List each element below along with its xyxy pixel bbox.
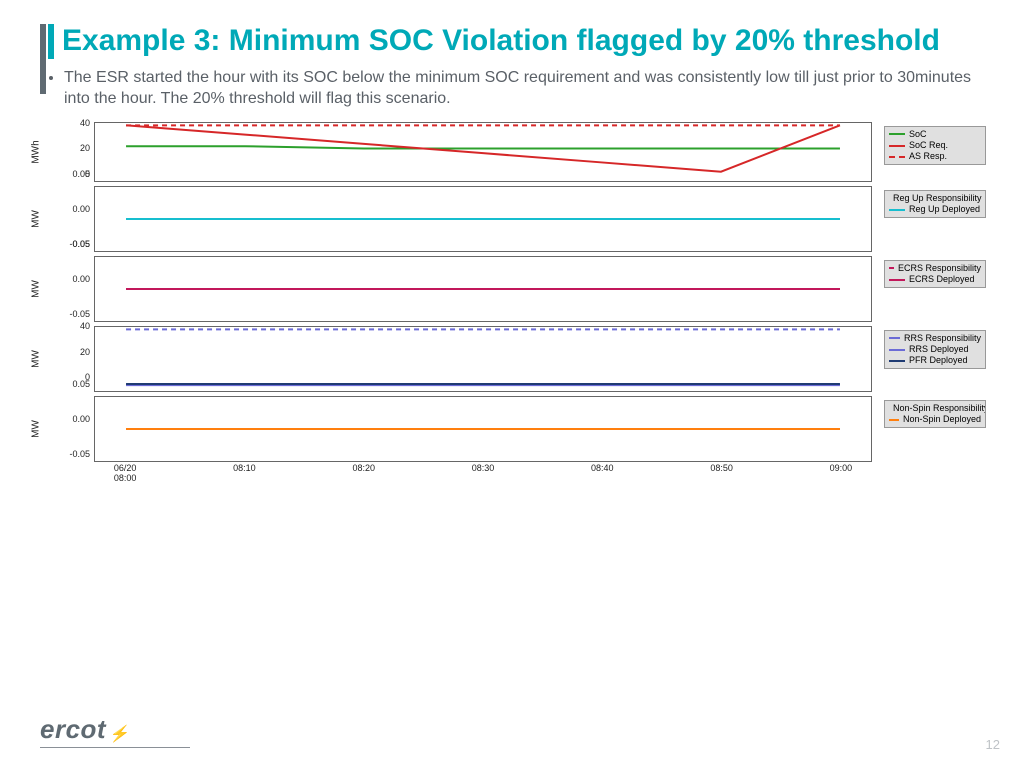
legend-item: AS Resp. <box>889 151 981 162</box>
y-tick: 0.05 <box>64 169 90 179</box>
chart-panel: MW02040RRS ResponsibilityRRS DeployedPFR… <box>42 324 984 394</box>
legend-item: SoC <box>889 129 981 140</box>
chart-panel: MW-0.050.000.05Reg Up ResponsibilityReg … <box>42 184 984 254</box>
x-tick: 08:30 <box>472 464 495 474</box>
plot-svg <box>95 257 871 321</box>
legend-swatch <box>889 349 905 351</box>
y-ticks: -0.050.000.05 <box>64 394 92 464</box>
legend-item: SoC Req. <box>889 140 981 151</box>
legend-swatch <box>889 279 905 281</box>
legend-swatch <box>889 145 905 147</box>
y-tick: -0.05 <box>64 309 90 319</box>
plot-area <box>94 186 872 252</box>
bullet-list: The ESR started the hour with its SOC be… <box>64 67 984 110</box>
page-title: Example 3: Minimum SOC Violation flagged… <box>62 24 984 59</box>
x-tick: 09:00 <box>830 464 853 474</box>
legend-item: ECRS Deployed <box>889 274 981 285</box>
chart-panel: MW-0.050.000.05Non-Spin ResponsibilityNo… <box>42 394 984 464</box>
y-axis-label: MWh <box>31 122 42 182</box>
legend-label: Non-Spin Deployed <box>903 414 981 425</box>
legend-label: SoC Req. <box>909 140 948 151</box>
x-tick: 08:20 <box>352 464 375 474</box>
y-tick: 20 <box>64 143 90 153</box>
plot-svg <box>95 187 871 251</box>
legend-item: Non-Spin Responsibility <box>889 403 981 414</box>
y-tick: 40 <box>64 118 90 128</box>
y-tick: 40 <box>64 321 90 331</box>
plot-area <box>94 326 872 392</box>
legend-swatch <box>889 337 900 339</box>
y-axis-label: MW <box>31 259 42 319</box>
chart-panel: MWh02040SoCSoC Req.AS Resp. <box>42 120 984 184</box>
legend-label: SoC <box>909 129 927 140</box>
page-number: 12 <box>986 737 1000 752</box>
legend: RRS ResponsibilityRRS DeployedPFR Deploy… <box>884 330 986 370</box>
y-tick: 0.00 <box>64 204 90 214</box>
legend-label: ECRS Responsibility <box>898 263 981 274</box>
chart-panel: MW-0.050.000.05ECRS ResponsibilityECRS D… <box>42 254 984 324</box>
legend-swatch <box>889 360 905 362</box>
title-block: Example 3: Minimum SOC Violation flagged… <box>48 24 984 59</box>
x-tick: 06/2008:00 <box>114 464 137 484</box>
legend-swatch <box>889 267 894 269</box>
logo-bolt-icon: ⚡ <box>108 724 131 744</box>
legend-swatch <box>889 419 899 421</box>
y-tick: 0.05 <box>64 239 90 249</box>
legend-item: Reg Up Deployed <box>889 204 981 215</box>
legend-label: PFR Deployed <box>909 355 968 366</box>
legend-item: RRS Responsibility <box>889 333 981 344</box>
legend-label: AS Resp. <box>909 151 947 162</box>
y-axis-label: MW <box>31 189 42 249</box>
charts-stack: MWh02040SoCSoC Req.AS Resp.MW-0.050.000.… <box>42 120 984 464</box>
plot-area <box>94 256 872 322</box>
y-axis-label: MW <box>31 399 42 459</box>
plot-area <box>94 122 872 182</box>
y-tick: 0.05 <box>64 379 90 389</box>
logo-text: ercot <box>40 714 106 744</box>
plot-svg <box>95 327 871 391</box>
logo-underline <box>40 747 190 748</box>
legend-label: Reg Up Responsibility <box>893 193 982 204</box>
x-tick: 08:40 <box>591 464 614 474</box>
legend-swatch <box>889 156 905 158</box>
legend-label: Non-Spin Responsibility <box>893 403 986 414</box>
legend: Non-Spin ResponsibilityNon-Spin Deployed <box>884 400 986 429</box>
legend-item: Non-Spin Deployed <box>889 414 981 425</box>
y-tick: 0.00 <box>64 414 90 424</box>
slide: Example 3: Minimum SOC Violation flagged… <box>0 0 1024 768</box>
footer: ercot⚡ <box>40 714 190 748</box>
y-tick: 20 <box>64 347 90 357</box>
y-ticks: -0.050.000.05 <box>64 254 92 324</box>
x-tick: 08:50 <box>710 464 733 474</box>
legend: ECRS ResponsibilityECRS Deployed <box>884 260 986 289</box>
y-tick: -0.05 <box>64 449 90 459</box>
series-line <box>126 146 840 148</box>
legend-item: PFR Deployed <box>889 355 981 366</box>
legend-label: RRS Responsibility <box>904 333 981 344</box>
legend-label: ECRS Deployed <box>909 274 975 285</box>
plot-area <box>94 396 872 462</box>
legend-label: Reg Up Deployed <box>909 204 980 215</box>
legend-swatch <box>889 133 905 135</box>
y-tick: 0.00 <box>64 274 90 284</box>
legend-item: RRS Deployed <box>889 344 981 355</box>
legend: Reg Up ResponsibilityReg Up Deployed <box>884 190 986 219</box>
bullet-item: The ESR started the hour with its SOC be… <box>64 67 984 110</box>
y-axis-label: MW <box>31 329 42 389</box>
legend-swatch <box>889 209 905 211</box>
legend-item: ECRS Responsibility <box>889 263 981 274</box>
legend-label: RRS Deployed <box>909 344 969 355</box>
x-tick: 08:10 <box>233 464 256 474</box>
plot-svg <box>95 123 871 181</box>
legend-item: Reg Up Responsibility <box>889 193 981 204</box>
plot-svg <box>95 397 871 461</box>
legend: SoCSoC Req.AS Resp. <box>884 126 986 166</box>
